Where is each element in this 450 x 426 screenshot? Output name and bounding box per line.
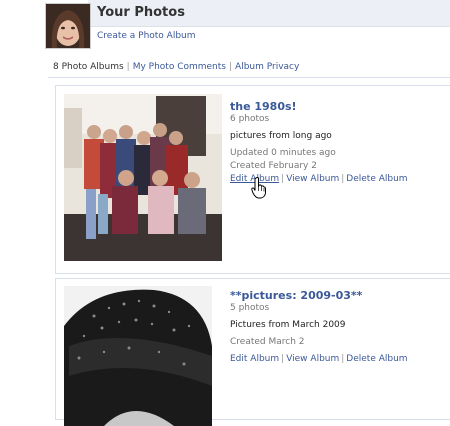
avatar[interactable] (45, 3, 91, 49)
action-separator: | (341, 174, 345, 184)
album-card: **pictures: 2009-03** 5 photos Pictures … (55, 278, 450, 426)
photo-count: 5 photos (230, 303, 270, 313)
beanie-photo (64, 286, 212, 426)
subnav-separator: | (228, 62, 233, 72)
page-header: Your Photos Create a Photo Album (0, 0, 450, 56)
albums-count: 8 Photo Albums (53, 62, 124, 72)
album-description: pictures from long ago (230, 131, 332, 141)
album-actions: Edit Album | View Album | Delete Album (230, 353, 408, 366)
action-separator: | (281, 354, 285, 364)
album-thumbnail[interactable] (64, 286, 212, 426)
album-description: Pictures from March 2009 (230, 320, 346, 330)
hand-pointer-icon (251, 177, 267, 199)
page-title: Your Photos (97, 5, 185, 20)
action-separator: | (341, 354, 345, 364)
group-photo (64, 94, 222, 261)
photo-subnav: 8 Photo Albums | My Photo Comments | Album P… (53, 62, 299, 72)
delete-album-link[interactable]: Delete Album (346, 174, 407, 184)
view-album-link[interactable]: View Album (286, 354, 339, 364)
created-text: Created February 2 (230, 161, 317, 171)
divider (48, 77, 450, 78)
album-info: the 1980s! 6 photos pictures from long a… (230, 100, 408, 186)
avatar-photo (46, 4, 90, 48)
updated-text: Updated 0 minutes ago (230, 148, 336, 158)
album-title-link[interactable]: **pictures: 2009-03** (230, 289, 408, 302)
subnav-separator: | (126, 62, 130, 72)
delete-album-link[interactable]: Delete Album (346, 354, 407, 364)
album-info: **pictures: 2009-03** 5 photos Pictures … (230, 289, 408, 366)
view-album-link[interactable]: View Album (286, 174, 339, 184)
album-title-link[interactable]: the 1980s! (230, 100, 408, 113)
action-separator: | (281, 174, 285, 184)
created-text: Created March 2 (230, 337, 305, 347)
photo-comments-link[interactable]: My Photo Comments (133, 62, 226, 72)
album-thumbnail[interactable] (64, 94, 222, 261)
photo-count: 6 photos (230, 114, 270, 124)
album-privacy-link[interactable]: Album Privacy (235, 62, 299, 72)
edit-album-link[interactable]: Edit Album (230, 354, 279, 364)
create-album-link[interactable]: Create a Photo Album (97, 31, 196, 41)
